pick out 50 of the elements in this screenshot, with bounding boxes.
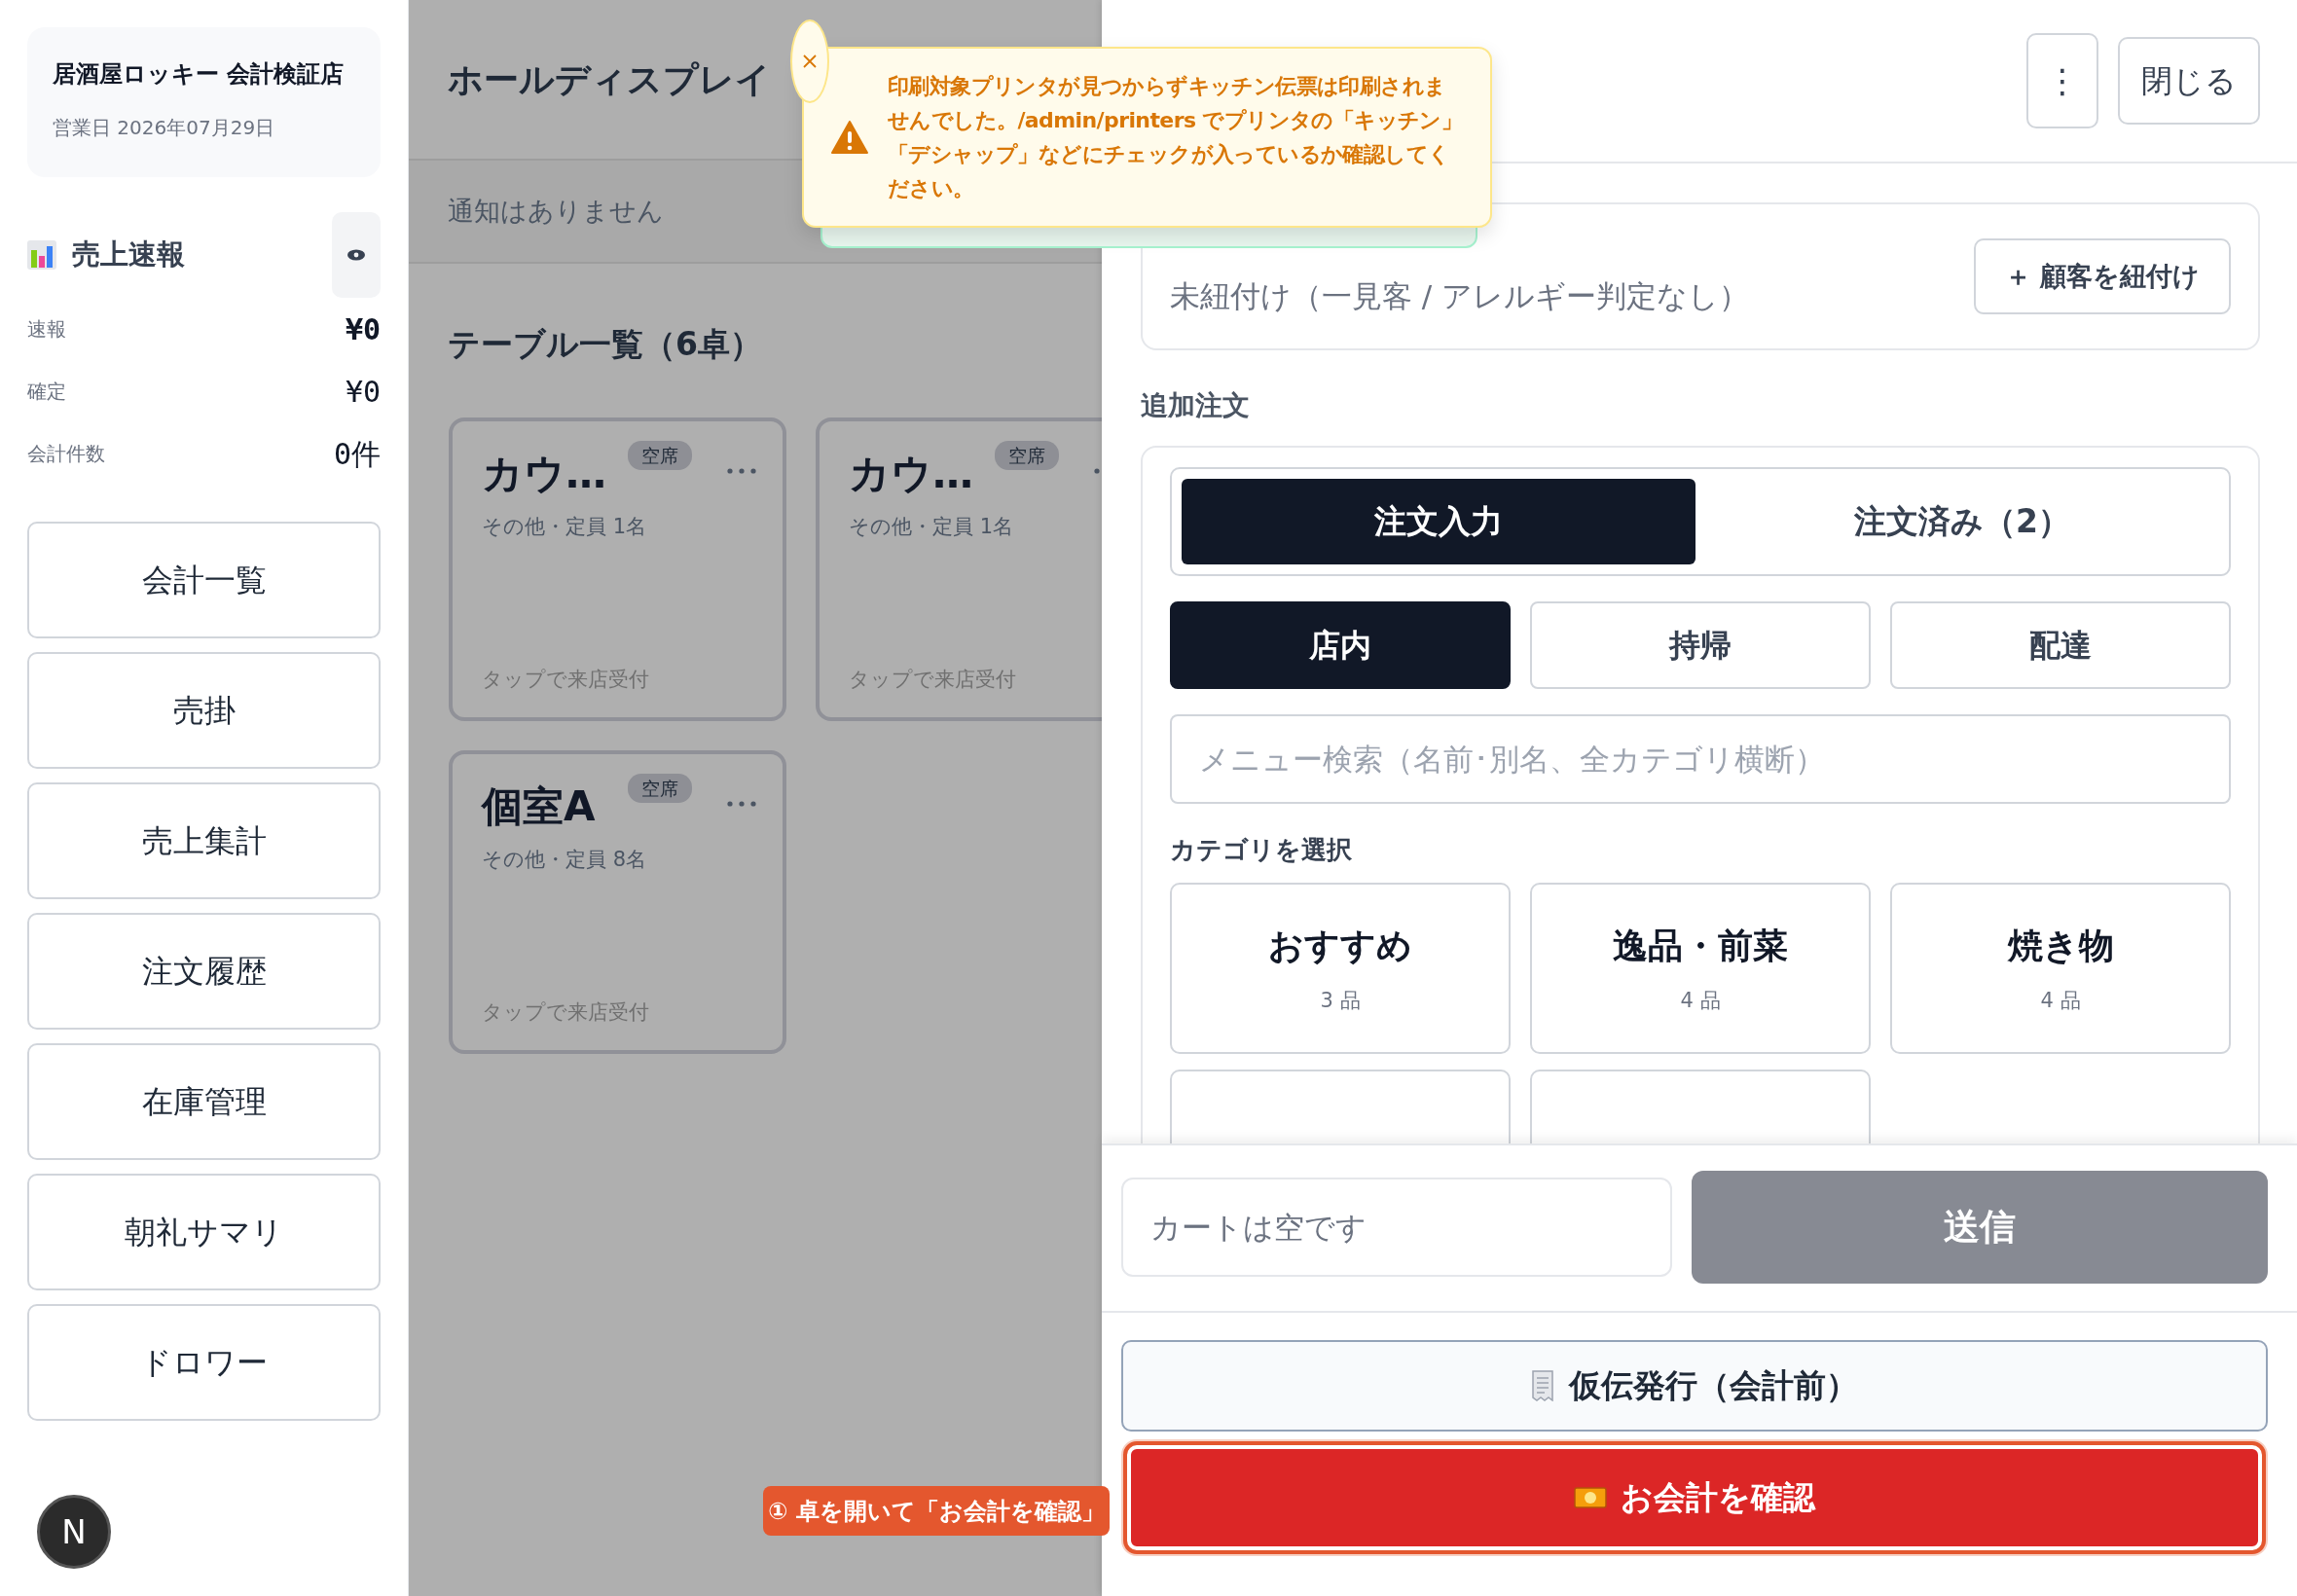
nav-button[interactable]: 売掛 — [27, 652, 381, 769]
store-name: 居酒屋ロッキー 会計検証店 — [53, 59, 346, 90]
stat-label: 確定 — [27, 379, 66, 405]
table-hint: タップで来店受付 — [482, 999, 650, 1026]
order-type-button[interactable]: 店内 — [1170, 601, 1511, 689]
category-tile[interactable]: 焼き物 4 品 — [1890, 883, 2231, 1054]
nav-button[interactable]: ドロワー — [27, 1304, 381, 1421]
provisional-receipt-button[interactable]: 仮伝発行（会計前） — [1121, 1340, 2268, 1432]
link-customer-button[interactable]: ＋ 顧客を紐付け — [1973, 238, 2231, 314]
search-field[interactable]: メニュー検索（名前･別名、全カテゴリ横断） — [1170, 714, 2231, 804]
table-name: カウ… — [482, 448, 606, 499]
nav-button[interactable]: 朝礼サマリ — [27, 1174, 381, 1290]
table-name: 個室A — [482, 780, 596, 832]
stat-label: 速報 — [27, 316, 66, 343]
page-title: ホールディスプレイ — [448, 57, 771, 101]
avatar[interactable]: N — [37, 1495, 111, 1569]
stat-value: ¥0 — [345, 373, 381, 411]
status-badge: 空席 — [628, 440, 692, 470]
stat-label: 会計件数 — [27, 441, 105, 467]
guide-badge: ① 卓を開いて「お会計を確認」 — [763, 1486, 1110, 1536]
customer-value: 未紐付け（一見客 / アレルギー判定なし） — [1170, 276, 1750, 315]
section-title: テーブル一覧（6卓） — [447, 324, 763, 365]
section-title: 売上速報 — [72, 236, 185, 273]
table-card[interactable]: カウ… 空席 その他・定員 1名 タップで来店受付 — [449, 417, 786, 721]
section-title: 追加注文 — [1141, 388, 1251, 423]
table-card[interactable]: 個室A 空席 その他・定員 8名 タップで来店受付 — [449, 749, 786, 1054]
section-title: カテゴリを選択 — [1170, 834, 1353, 866]
table-name: カウ… — [849, 448, 973, 499]
table-detail: その他・定員 8名 — [482, 846, 648, 873]
table-hint: タップで来店受付 — [482, 667, 650, 693]
tab[interactable]: 注文入力 — [1182, 479, 1695, 564]
stat-value: ¥0 — [345, 310, 381, 348]
stat-value: 0件 — [333, 435, 381, 473]
cart-field[interactable]: カートは空です — [1121, 1178, 1672, 1277]
nav-button[interactable]: 在庫管理 — [27, 1043, 381, 1160]
category-tile[interactable]: おすすめ 3 品 — [1170, 883, 1511, 1054]
table-detail: その他・定員 1名 — [482, 513, 648, 540]
order-type-button[interactable]: 持帰 — [1530, 601, 1871, 689]
nav-button[interactable]: 注文履歴 — [27, 913, 381, 1030]
category-tile[interactable]: 逸品・前菜 4 品 — [1530, 883, 1871, 1054]
more-button[interactable]: ⋮ — [2026, 33, 2098, 128]
order-type-button[interactable]: 配達 — [1890, 601, 2231, 689]
status-badge: 空席 — [995, 440, 1059, 470]
status-badge: 空席 — [628, 773, 692, 803]
nav-button[interactable]: 会計一覧 — [27, 522, 381, 638]
business-date: 営業日 2026年07月29日 — [53, 115, 276, 141]
table-detail: その他・定員 1名 — [849, 513, 1015, 540]
table-hint: タップで来店受付 — [849, 667, 1017, 693]
close-button[interactable]: 閉じる — [2118, 37, 2260, 125]
nav-button[interactable]: 売上集計 — [27, 782, 381, 899]
